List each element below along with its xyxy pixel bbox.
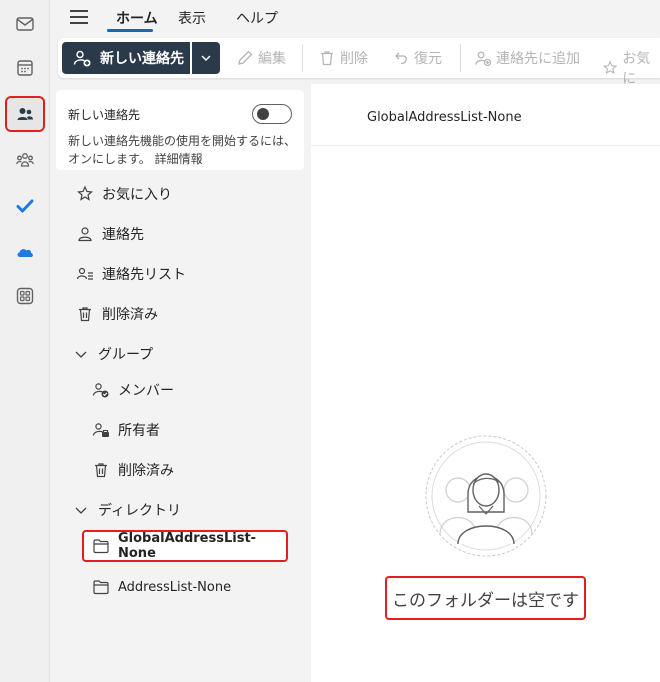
contact-list-icon bbox=[76, 267, 93, 280]
add-to-favorites-label: お気に bbox=[622, 51, 651, 87]
add-person-icon bbox=[475, 51, 492, 67]
trash-icon bbox=[321, 51, 333, 66]
undo-icon bbox=[395, 52, 407, 65]
tab-view[interactable]: 表示 bbox=[178, 8, 206, 28]
calendar-icon bbox=[17, 60, 33, 76]
mail-icon bbox=[16, 17, 34, 31]
edit-label: 編集 bbox=[258, 51, 286, 67]
owners-icon bbox=[92, 423, 109, 437]
edit-button[interactable]: 編集 bbox=[236, 48, 286, 68]
add-to-contacts-button[interactable]: 連絡先に追加 bbox=[474, 48, 580, 68]
folder-global-address-list-label: GlobalAddressList-None bbox=[118, 531, 257, 561]
list-header: GlobalAddressList-None bbox=[311, 84, 660, 146]
folder-contact-lists[interactable]: 連絡先リスト bbox=[76, 262, 186, 286]
folder-favorites-label: お気に入り bbox=[102, 187, 172, 203]
restore-button[interactable]: 復元 bbox=[392, 48, 442, 68]
new-contact-label: 新しい連絡先 bbox=[100, 51, 184, 67]
person-icon bbox=[78, 227, 92, 242]
add-to-contacts-label: 連絡先に追加 bbox=[496, 51, 580, 67]
mail-app-button[interactable] bbox=[5, 6, 45, 42]
empty-folder-people-illustration bbox=[425, 435, 547, 557]
todo-check-icon bbox=[16, 199, 34, 213]
toolbar-divider bbox=[460, 44, 461, 72]
tab-home[interactable]: ホーム bbox=[116, 8, 158, 28]
trash-icon bbox=[95, 463, 107, 478]
folder-icon bbox=[93, 539, 109, 554]
onedrive-app-button[interactable] bbox=[5, 234, 45, 270]
folder-groups-deleted-label: 削除済み bbox=[118, 463, 174, 479]
pencil-icon bbox=[238, 50, 253, 65]
list-title: GlobalAddressList-None bbox=[367, 110, 522, 125]
people-icon bbox=[17, 108, 33, 120]
contact-list-pane: GlobalAddressList-None このフォルダーは空です bbox=[311, 84, 660, 682]
folder-deleted-label: 削除済み bbox=[102, 307, 158, 323]
folder-contacts[interactable]: 連絡先 bbox=[76, 222, 144, 246]
folder-groups-label: グループ bbox=[98, 347, 154, 363]
folder-directory-header[interactable]: ディレクトリ bbox=[72, 498, 181, 522]
star-add-icon bbox=[602, 60, 618, 75]
folder-directory-label: ディレクトリ bbox=[98, 503, 182, 519]
add-to-favorites-button[interactable]: お気に bbox=[602, 48, 660, 88]
toggle-knob bbox=[257, 108, 269, 120]
onedrive-cloud-icon bbox=[17, 249, 33, 257]
todo-app-button[interactable] bbox=[5, 188, 45, 224]
groups-app-button[interactable] bbox=[5, 142, 45, 178]
add-person-icon bbox=[73, 50, 91, 67]
ribbon-toolbar: 新しい連絡先 編集 削除 復元 連絡先に追加 お気に bbox=[58, 38, 660, 87]
folder-contacts-label: 連絡先 bbox=[102, 227, 144, 243]
chevron-down-icon bbox=[75, 507, 87, 514]
chevron-down-icon bbox=[75, 351, 87, 358]
tab-help[interactable]: ヘルプ bbox=[236, 8, 278, 28]
folder-contact-lists-label: 連絡先リスト bbox=[102, 267, 186, 283]
folder-owners[interactable]: 所有者 bbox=[92, 418, 160, 442]
folder-groups-deleted[interactable]: 削除済み bbox=[92, 458, 174, 482]
groups-icon bbox=[16, 153, 34, 167]
hamburger-menu-icon[interactable] bbox=[70, 10, 88, 24]
folder-global-address-list[interactable]: GlobalAddressList-None bbox=[82, 530, 288, 562]
new-contacts-card: 新しい連絡先 新しい連絡先機能の使用を開始するには、オンにします。 詳細情報 bbox=[56, 90, 304, 170]
new-contacts-card-title: 新しい連絡先 bbox=[68, 108, 141, 122]
folder-address-list[interactable]: AddressList-None bbox=[92, 575, 231, 599]
folder-favorites[interactable]: お気に入り bbox=[76, 182, 172, 206]
folder-pane: 新しい連絡先 新しい連絡先機能の使用を開始するには、オンにします。 詳細情報 お… bbox=[50, 84, 306, 682]
members-icon bbox=[92, 383, 109, 398]
star-icon bbox=[77, 185, 93, 201]
apps-grid-icon bbox=[16, 287, 34, 305]
active-tab-indicator bbox=[107, 29, 153, 32]
people-app-button[interactable] bbox=[5, 96, 45, 132]
apps-app-button[interactable] bbox=[5, 278, 45, 314]
folder-members-label: メンバー bbox=[118, 383, 174, 399]
chevron-down-icon bbox=[201, 55, 211, 62]
toolbar-divider bbox=[302, 44, 303, 72]
trash-icon bbox=[79, 307, 91, 322]
folder-deleted[interactable]: 削除済み bbox=[76, 302, 158, 326]
folder-members[interactable]: メンバー bbox=[92, 378, 174, 402]
folder-address-list-label: AddressList-None bbox=[118, 579, 232, 595]
empty-folder-message: このフォルダーは空です bbox=[385, 576, 586, 620]
calendar-app-button[interactable] bbox=[5, 50, 45, 86]
delete-button[interactable]: 削除 bbox=[318, 48, 368, 68]
new-contacts-toggle[interactable] bbox=[252, 104, 292, 124]
folder-owners-label: 所有者 bbox=[118, 423, 160, 439]
new-contact-dropdown[interactable] bbox=[192, 42, 220, 74]
new-contact-button[interactable]: 新しい連絡先 bbox=[62, 42, 190, 74]
ribbon-tabs: ホーム 表示 ヘルプ bbox=[50, 0, 660, 36]
folder-icon bbox=[93, 580, 109, 595]
restore-label: 復元 bbox=[414, 51, 442, 67]
folder-groups-header[interactable]: グループ bbox=[72, 342, 153, 366]
app-rail bbox=[0, 0, 50, 682]
delete-label: 削除 bbox=[340, 51, 368, 67]
new-contacts-card-description: 新しい連絡先機能の使用を開始するには、オンにします。 詳細情報 bbox=[68, 134, 297, 166]
